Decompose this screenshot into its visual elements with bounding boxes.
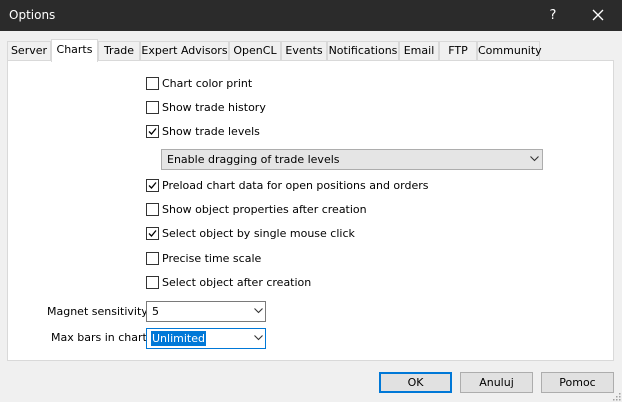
max-bars-select[interactable]: Unlimited (146, 328, 266, 349)
max-bars-label: Max bars in chart: (51, 331, 151, 344)
chevron-down-icon (530, 156, 539, 162)
help-icon[interactable]: ? (538, 0, 568, 31)
select-value: 5 (152, 305, 159, 318)
magnet-sensitivity-label: Magnet sensitivity: (47, 305, 151, 318)
tab-community[interactable]: Community (477, 41, 542, 60)
chevron-down-icon (254, 308, 263, 314)
close-button[interactable] (582, 0, 614, 31)
checkbox[interactable] (146, 179, 159, 192)
select-value: Unlimited (151, 331, 206, 346)
checkbox[interactable] (146, 276, 159, 289)
trade-levels-dropdown[interactable]: Enable dragging of trade levels (161, 149, 543, 170)
tab-notifications[interactable]: Notifications (327, 41, 399, 60)
checkmark-icon (148, 230, 157, 237)
tab-ftp[interactable]: FTP (439, 41, 477, 60)
checkbox[interactable] (146, 227, 159, 240)
help-button[interactable]: Pomoc (541, 372, 614, 393)
tab-email[interactable]: Email (399, 41, 439, 60)
checkbox[interactable] (146, 125, 159, 138)
tab-opencl[interactable]: OpenCL (229, 41, 281, 60)
tab-trade[interactable]: Trade (98, 41, 140, 60)
option-label: Show object properties after creation (162, 203, 367, 216)
option-label: Select object by single mouse click (162, 227, 355, 240)
title-bar: Options ? (0, 0, 622, 31)
checkmark-icon (148, 128, 157, 135)
ok-button[interactable]: OK (379, 372, 452, 393)
checkbox[interactable] (146, 77, 159, 90)
magnet-sensitivity-select[interactable]: 5 (146, 301, 266, 322)
tab-charts[interactable]: Charts (51, 39, 98, 62)
tab-expert-advisors[interactable]: Expert Advisors (140, 41, 229, 60)
tab-events[interactable]: Events (281, 41, 327, 60)
checkmark-icon (148, 182, 157, 189)
option-label: Preload chart data for open positions an… (162, 179, 429, 192)
chevron-down-icon (254, 335, 263, 341)
dropdown-value: Enable dragging of trade levels (167, 153, 340, 166)
option-label: Precise time scale (162, 252, 262, 265)
window-title: Options (9, 8, 56, 22)
tab-server[interactable]: Server (7, 41, 51, 60)
checkbox[interactable] (146, 203, 159, 216)
cancel-button[interactable]: Anuluj (460, 372, 533, 393)
checkbox[interactable] (146, 101, 159, 114)
resize-grip-icon[interactable] (611, 391, 621, 401)
close-icon (592, 9, 604, 21)
option-label: Show trade history (162, 101, 266, 114)
checkbox[interactable] (146, 252, 159, 265)
option-label: Show trade levels (162, 125, 260, 138)
option-label: Chart color print (162, 77, 253, 90)
option-label: Select object after creation (162, 276, 312, 289)
